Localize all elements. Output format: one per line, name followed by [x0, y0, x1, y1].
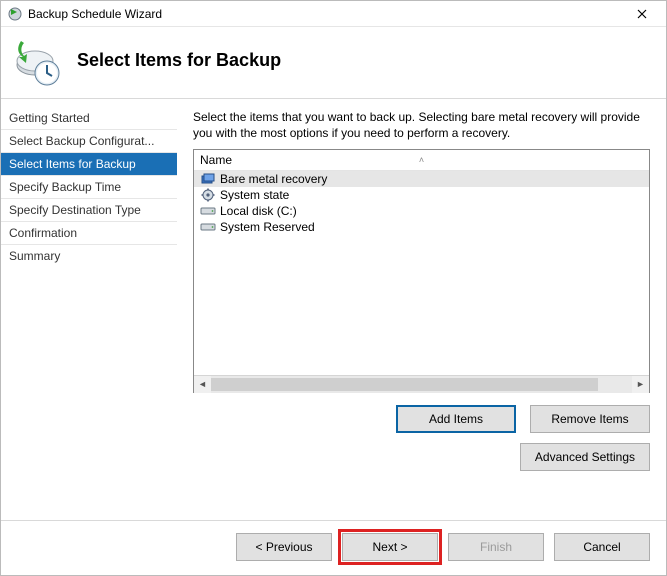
column-header-label: Name — [200, 153, 232, 167]
app-icon — [7, 6, 23, 22]
items-listbox[interactable]: Name ˄ Bare metal recovery System state — [193, 149, 650, 393]
item-buttons-row: Add Items Remove Items — [193, 405, 650, 433]
wizard-main: Select the items that you want to back u… — [177, 99, 666, 520]
list-item-system-state[interactable]: System state — [194, 187, 649, 203]
list-item-label: Local disk (C:) — [220, 204, 297, 218]
wizard-footer: < Previous Next > Finish Cancel — [1, 520, 666, 575]
list-item-label: System Reserved — [220, 220, 315, 234]
window-title: Backup Schedule Wizard — [28, 7, 622, 21]
component-icon — [200, 172, 216, 186]
wizard-steps-sidebar: Getting Started Select Backup Configurat… — [1, 99, 177, 520]
remove-items-button[interactable]: Remove Items — [530, 405, 650, 433]
list-item-label: Bare metal recovery — [220, 172, 327, 186]
instruction-text: Select the items that you want to back u… — [193, 109, 650, 141]
next-button[interactable]: Next > — [342, 533, 438, 561]
step-confirmation[interactable]: Confirmation — [1, 221, 177, 244]
scroll-left-arrow-icon[interactable]: ◄ — [194, 376, 211, 393]
scroll-thumb[interactable] — [211, 378, 598, 391]
wizard-header: Select Items for Backup — [1, 27, 666, 99]
items-list: Bare metal recovery System state Local d… — [194, 171, 649, 375]
step-summary[interactable]: Summary — [1, 244, 177, 267]
advanced-settings-button[interactable]: Advanced Settings — [520, 443, 650, 471]
cancel-button[interactable]: Cancel — [554, 533, 650, 561]
scroll-track[interactable] — [211, 376, 632, 393]
gear-icon — [200, 188, 216, 202]
add-items-button[interactable]: Add Items — [396, 405, 516, 433]
list-item-label: System state — [220, 188, 289, 202]
wizard-header-icon — [11, 37, 63, 89]
list-item-local-disk-c[interactable]: Local disk (C:) — [194, 203, 649, 219]
list-item-system-reserved[interactable]: System Reserved — [194, 219, 649, 235]
page-title: Select Items for Backup — [77, 50, 281, 71]
column-header-name[interactable]: Name ˄ — [194, 150, 649, 171]
horizontal-scrollbar[interactable]: ◄ ► — [194, 375, 649, 392]
step-select-items[interactable]: Select Items for Backup — [1, 152, 177, 175]
close-button[interactable] — [622, 2, 662, 26]
wizard-body: Getting Started Select Backup Configurat… — [1, 99, 666, 520]
column-sort-icon: ˄ — [419, 155, 424, 165]
drive-icon — [200, 220, 216, 234]
list-item-bare-metal[interactable]: Bare metal recovery — [194, 171, 649, 187]
titlebar: Backup Schedule Wizard — [1, 1, 666, 27]
drive-icon — [200, 204, 216, 218]
finish-button: Finish — [448, 533, 544, 561]
step-specify-time[interactable]: Specify Backup Time — [1, 175, 177, 198]
advanced-row: Advanced Settings — [193, 443, 650, 471]
scroll-right-arrow-icon[interactable]: ► — [632, 376, 649, 393]
step-specify-destination[interactable]: Specify Destination Type — [1, 198, 177, 221]
previous-button[interactable]: < Previous — [236, 533, 332, 561]
step-getting-started[interactable]: Getting Started — [1, 107, 177, 129]
step-select-backup-config[interactable]: Select Backup Configurat... — [1, 129, 177, 152]
